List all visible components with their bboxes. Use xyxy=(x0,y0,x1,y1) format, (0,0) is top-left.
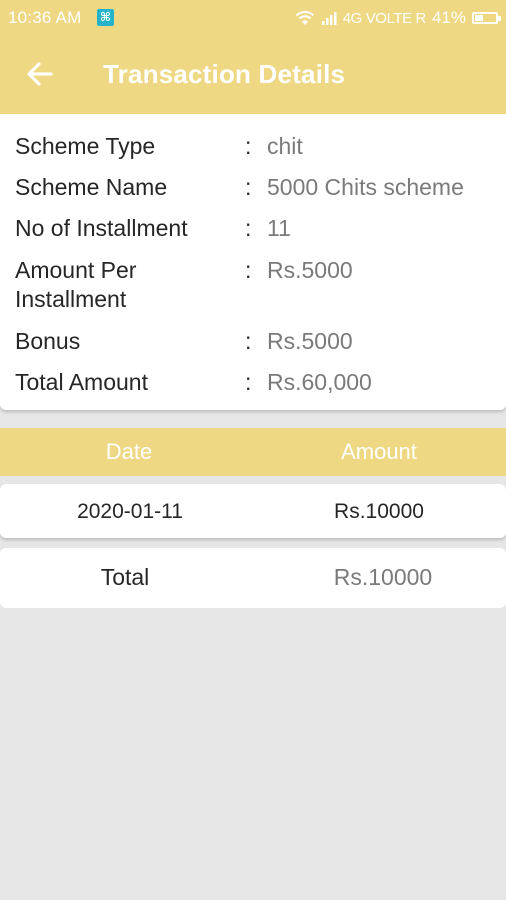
status-indicators: 4G VOLTE R 41% xyxy=(295,8,501,28)
scheme-details-card: Scheme Type : chit Scheme Name : 5000 Ch… xyxy=(0,114,506,410)
status-bar: 10:36 AM ⌘ 4G VOLTE R 41% xyxy=(0,0,506,36)
detail-value: Rs.60,000 xyxy=(267,369,372,395)
total-card: Total Rs.10000 xyxy=(0,548,506,608)
detail-label: Total Amount xyxy=(15,369,148,395)
detail-label: Scheme Type xyxy=(15,133,156,159)
detail-value: chit xyxy=(267,133,303,159)
detail-label: Bonus xyxy=(15,328,81,354)
network-label: 4G VOLTE R xyxy=(342,9,427,27)
detail-separator: : xyxy=(245,257,252,283)
status-time: 10:36 AM xyxy=(8,8,82,27)
detail-separator: : xyxy=(245,369,252,395)
signal-icon xyxy=(321,12,337,25)
app-notification-icon: ⌘ xyxy=(97,9,114,26)
battery-icon xyxy=(472,12,501,24)
detail-value: 5000 Chits scheme xyxy=(267,174,464,200)
row-date: 2020-01-11 xyxy=(77,500,183,523)
app-bar: Transaction Details xyxy=(0,36,506,114)
battery-percent: 41% xyxy=(431,8,466,27)
page-title: Transaction Details xyxy=(103,59,346,89)
total-value: Rs.10000 xyxy=(333,564,433,590)
detail-separator: : xyxy=(245,328,252,354)
column-header-date: Date xyxy=(105,439,153,464)
detail-label: No of Installment xyxy=(15,215,188,241)
transactions-table-header: Date Amount xyxy=(0,428,506,476)
detail-label: Scheme Name xyxy=(15,174,168,200)
table-row[interactable]: 2020-01-11 Rs.10000 xyxy=(0,484,506,538)
detail-value: Rs.5000 xyxy=(267,257,353,283)
wifi-icon xyxy=(295,11,314,25)
detail-separator: : xyxy=(245,215,252,241)
detail-separator: : xyxy=(245,133,252,159)
row-amount: Rs.10000 xyxy=(334,500,424,523)
battery-level-fill xyxy=(475,15,484,21)
detail-value: Rs.5000 xyxy=(267,328,353,354)
column-header-amount: Amount xyxy=(341,439,417,464)
total-label: Total xyxy=(100,564,150,590)
detail-label: Amount Per Installment xyxy=(15,257,137,312)
back-arrow-icon[interactable] xyxy=(24,56,56,92)
detail-value: 11 xyxy=(267,215,291,241)
detail-separator: : xyxy=(245,174,252,200)
